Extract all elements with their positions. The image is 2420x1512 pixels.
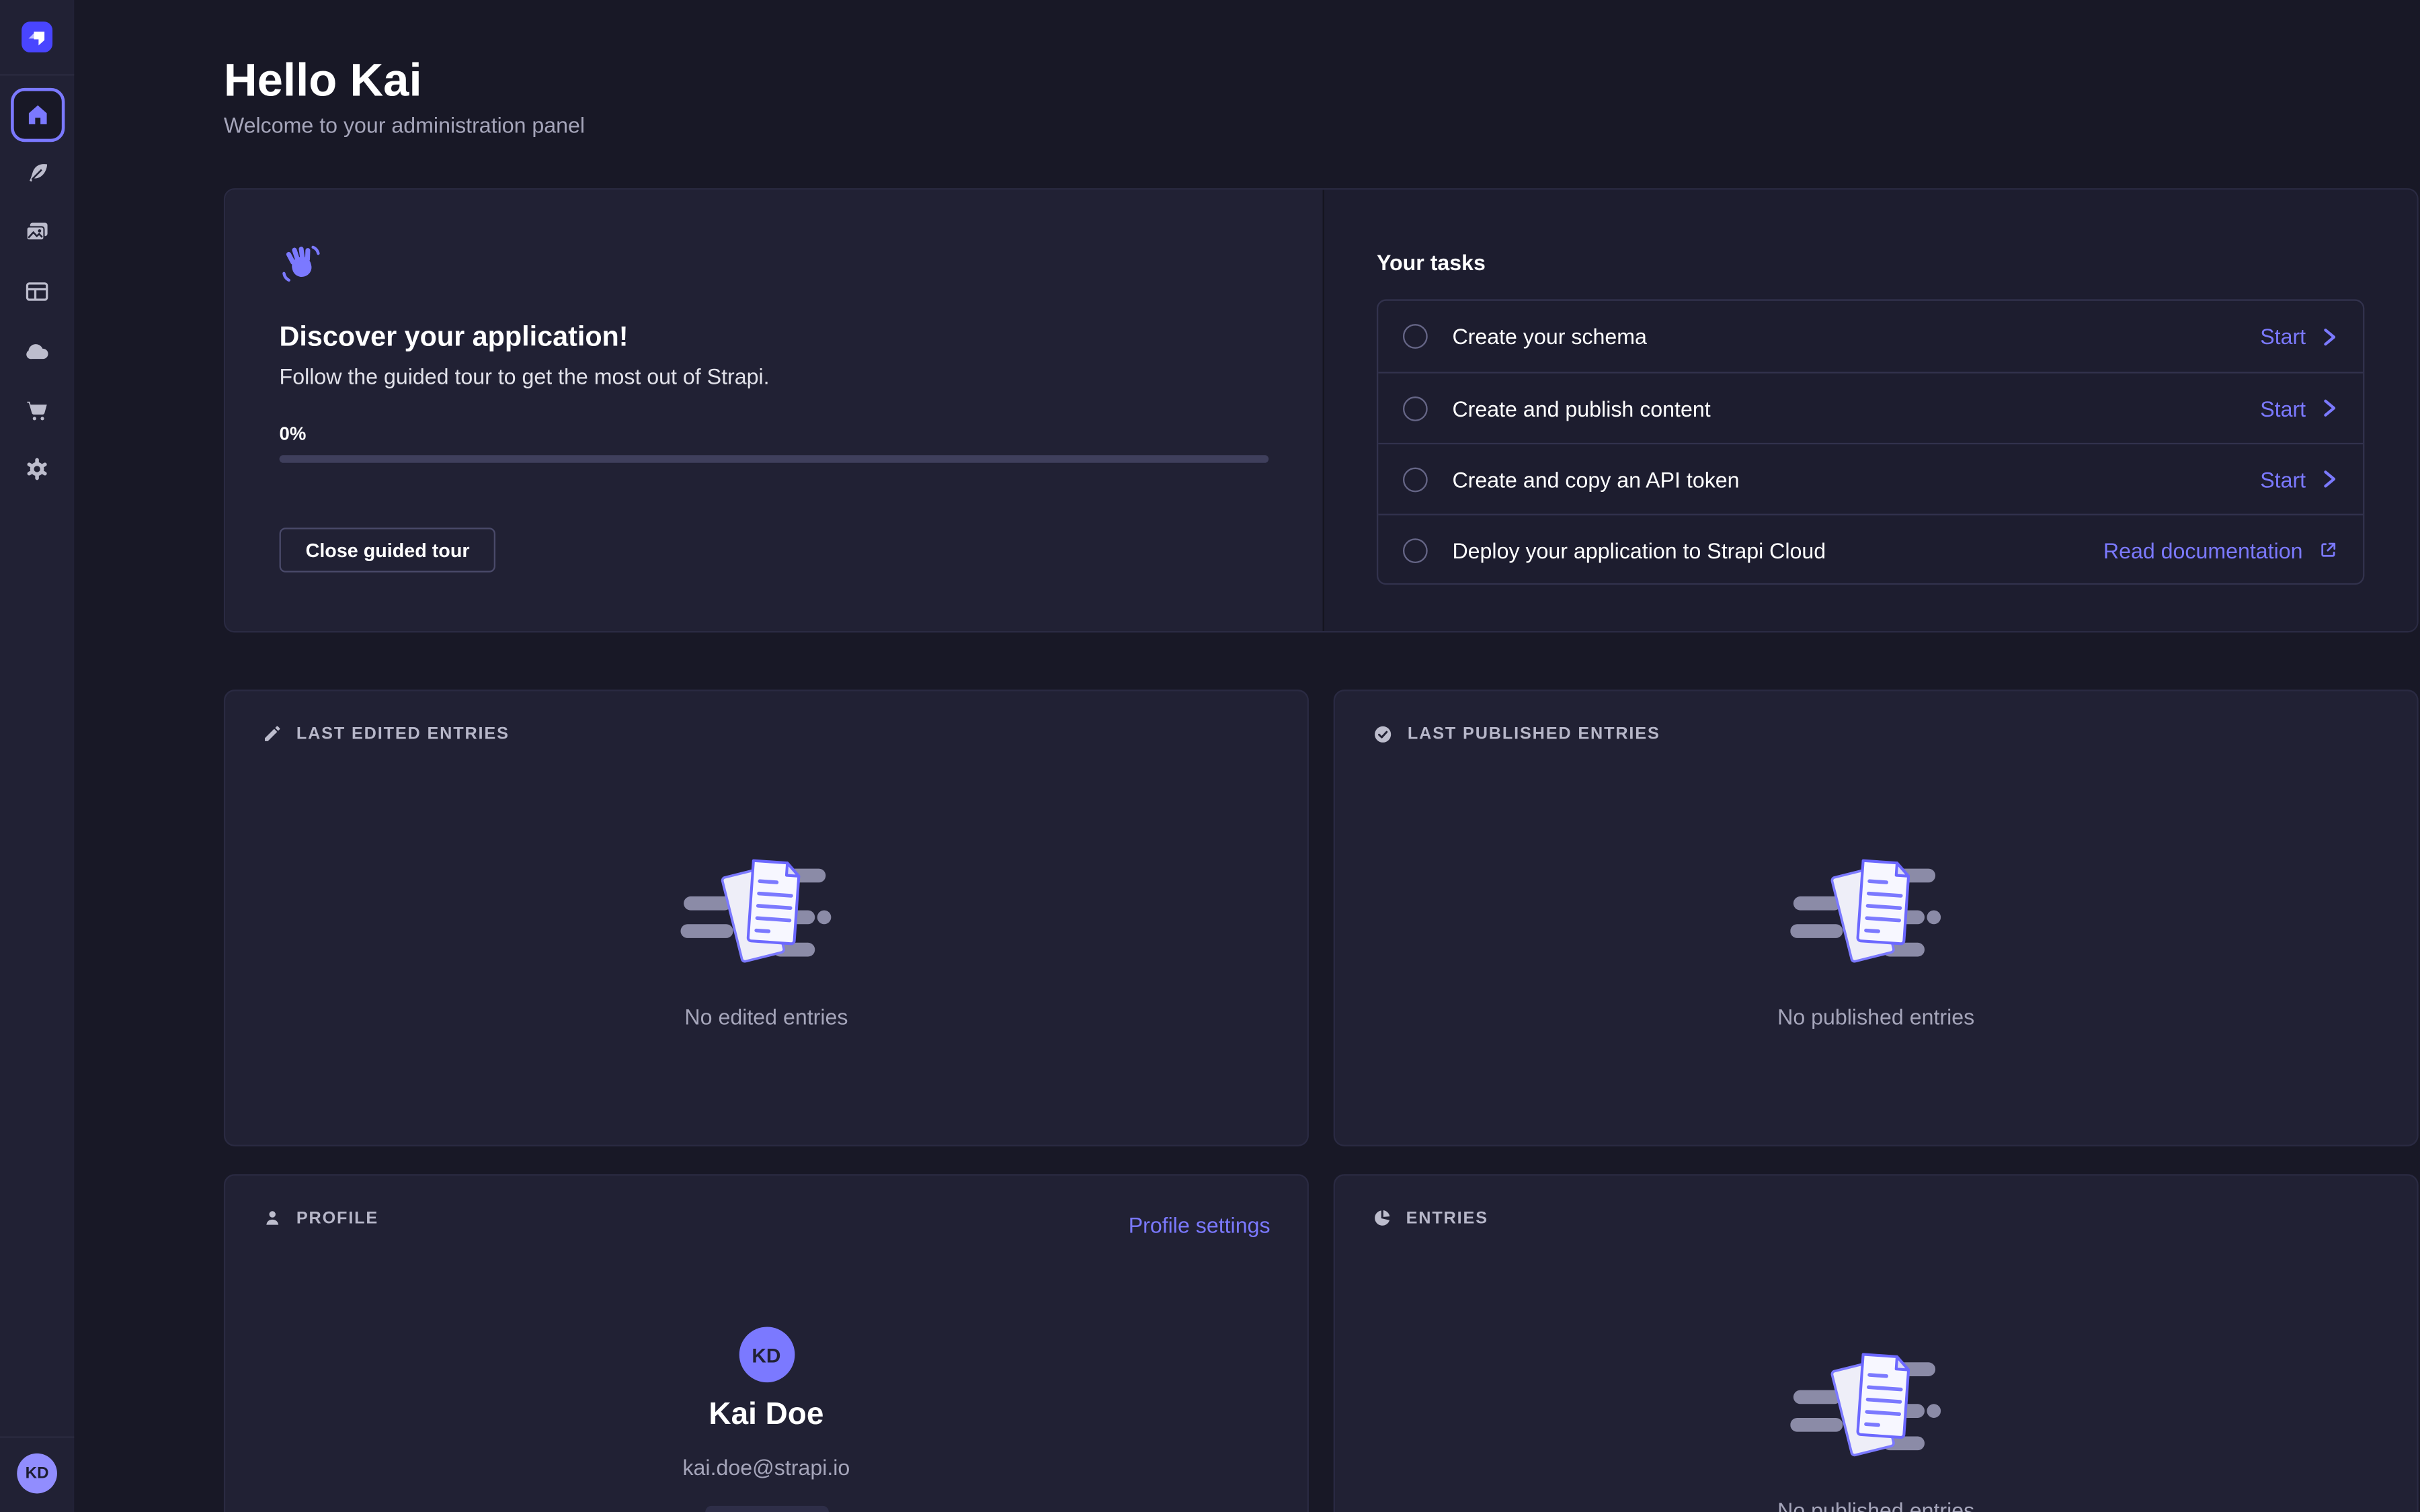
progress-bar	[280, 455, 1269, 462]
card-header: PROFILE	[262, 1208, 378, 1228]
strapi-logo-icon	[22, 22, 52, 52]
user-menu-avatar[interactable]: KD	[17, 1454, 57, 1494]
user-avatar-initials: KD	[26, 1464, 49, 1483]
guided-tour-title: Discover your application!	[280, 321, 629, 353]
last-edited-entries-card: LAST EDITED ENTRIES	[224, 689, 1309, 1146]
empty-state-text: No edited entries	[684, 1005, 848, 1030]
task-action-label: Read documentation	[2103, 538, 2303, 562]
profile-settings-link[interactable]: Profile settings	[1129, 1213, 1270, 1238]
external-link-icon	[2318, 540, 2338, 560]
empty-state-text: No published entries	[1777, 1005, 1974, 1030]
task-status-circle[interactable]	[1403, 324, 1428, 349]
empty-illustration	[1789, 1341, 1962, 1464]
task-action-label: Start	[2260, 467, 2306, 492]
home-icon	[24, 102, 50, 128]
sidebar-divider-bottom	[0, 1437, 74, 1438]
empty-illustration	[1789, 847, 1962, 970]
empty-illustration	[680, 847, 852, 970]
profile-avatar-initials: KD	[752, 1343, 780, 1366]
sidebar-item-content-type-builder[interactable]	[0, 265, 74, 318]
gear-icon	[23, 455, 50, 482]
card-header: ENTRIES	[1372, 1208, 1488, 1228]
chevron-right-icon	[2321, 327, 2338, 347]
guided-tour-subtitle: Follow the guided tour to get the most o…	[280, 364, 770, 389]
sidebar-item-content-manager[interactable]	[0, 146, 74, 199]
tasks-title: Your tasks	[1377, 250, 1486, 275]
task-row-api-token[interactable]: Create and copy an API token Start	[1378, 443, 2363, 514]
task-start-link[interactable]: Start	[2260, 324, 2338, 349]
task-row-create-schema[interactable]: Create your schema Start	[1378, 301, 2363, 372]
task-row-publish-content[interactable]: Create and publish content Start	[1378, 372, 2363, 443]
feather-icon	[24, 160, 50, 186]
card-title: PROFILE	[296, 1209, 378, 1228]
sidebar: KD	[0, 0, 74, 1512]
guided-tour-card: Discover your application! Follow the gu…	[224, 188, 2419, 632]
strapi-logo[interactable]	[22, 22, 52, 52]
card-title: ENTRIES	[1406, 1209, 1488, 1228]
user-icon	[262, 1208, 282, 1228]
cloud-icon	[22, 335, 52, 365]
sidebar-item-home[interactable]	[10, 88, 64, 142]
pie-chart-icon	[1372, 1208, 1392, 1228]
page-subtitle: Welcome to your administration panel	[224, 113, 585, 138]
pictures-icon	[23, 218, 50, 245]
task-label: Create and publish content	[1452, 396, 2260, 421]
profile-card: PROFILE Profile settings KD Kai Doe kai.…	[224, 1174, 1309, 1512]
documents-illustration	[1789, 847, 1962, 970]
pencil-icon	[262, 724, 282, 744]
main-content: Hello Kai Welcome to your administration…	[74, 0, 2420, 1512]
task-action-label: Start	[2260, 324, 2306, 349]
documents-illustration	[1789, 1341, 1962, 1464]
sidebar-item-settings[interactable]	[0, 443, 74, 495]
tasks-list: Create your schema Start Create and publ…	[1377, 299, 2364, 585]
task-label: Deploy your application to Strapi Cloud	[1452, 538, 2103, 562]
card-title: LAST EDITED ENTRIES	[296, 724, 510, 743]
task-start-link[interactable]: Start	[2260, 467, 2338, 492]
progress-percent: 0%	[280, 423, 307, 444]
task-label: Create your schema	[1452, 324, 2260, 349]
task-action-label: Start	[2260, 396, 2306, 421]
last-published-entries-card: LAST PUBLISHED ENTRIES	[1334, 689, 2419, 1146]
sidebar-item-media-library[interactable]	[0, 205, 74, 257]
task-status-circle[interactable]	[1403, 396, 1428, 421]
guided-tour-section: Discover your application! Follow the gu…	[225, 190, 1322, 631]
wave-hand-icon	[280, 242, 323, 285]
chevron-right-icon	[2321, 398, 2338, 418]
sidebar-item-marketplace[interactable]	[0, 384, 74, 437]
card-title: LAST PUBLISHED ENTRIES	[1408, 725, 1660, 744]
sidebar-divider-top	[0, 74, 74, 75]
entries-card: ENTRIES No	[1334, 1174, 2419, 1512]
task-start-link[interactable]: Start	[2260, 396, 2338, 421]
strapi-admin-dashboard: KD Hello Kai Welcome to your administrat…	[0, 0, 2420, 1512]
check-circle-icon	[1372, 724, 1394, 745]
empty-state: No edited entries	[225, 847, 1307, 1029]
card-header: LAST EDITED ENTRIES	[262, 724, 509, 744]
tasks-section: Your tasks Create your schema Start Crea…	[1324, 190, 2417, 631]
profile-email: kai.doe@strapi.io	[225, 1455, 1307, 1480]
shopping-cart-icon	[23, 396, 50, 424]
profile-avatar: KD	[739, 1327, 795, 1382]
chevron-right-icon	[2321, 469, 2338, 489]
profile-role-badge	[704, 1506, 828, 1512]
task-status-circle[interactable]	[1403, 467, 1428, 492]
task-status-circle[interactable]	[1403, 538, 1428, 562]
empty-state: No published entries	[1335, 1341, 2417, 1512]
task-row-deploy-cloud[interactable]: Deploy your application to Strapi Cloud …	[1378, 514, 2363, 585]
card-header: LAST PUBLISHED ENTRIES	[1372, 724, 1660, 745]
read-documentation-link[interactable]: Read documentation	[2103, 538, 2338, 562]
page-title: Hello Kai	[224, 56, 422, 108]
empty-state-text: No published entries	[1777, 1498, 1974, 1512]
documents-illustration	[680, 847, 852, 970]
layout-icon	[23, 278, 50, 305]
sidebar-item-cloud[interactable]	[0, 324, 74, 376]
task-label: Create and copy an API token	[1452, 467, 2260, 492]
profile-name: Kai Doe	[225, 1398, 1307, 1433]
close-guided-tour-button[interactable]: Close guided tour	[280, 528, 496, 573]
empty-state: No published entries	[1335, 847, 2417, 1029]
